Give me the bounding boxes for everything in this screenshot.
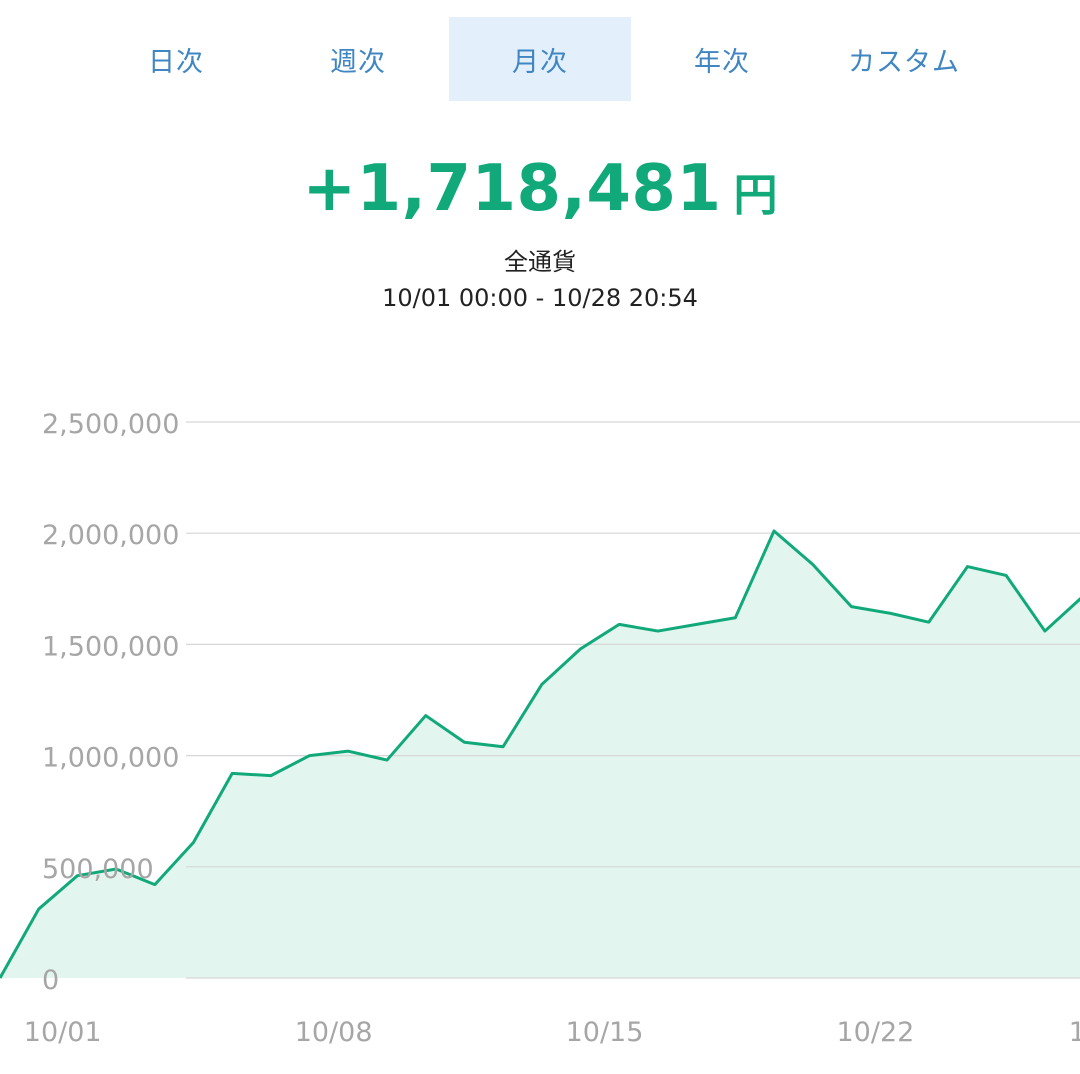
profit-unit: 円 [733,170,778,221]
profit-chart: 0 500,000 1,000,000 1,500,000 2,000,000 2,500… [0,409,1080,1048]
x-tick-label: 10/08 [295,1017,373,1048]
y-tick-label: 2,000,000 [42,520,179,551]
y-tick-label: 1,500,000 [42,631,179,662]
y-tick-label: 1,000,000 [42,743,179,774]
y-tick-label: 0 [42,965,59,996]
y-tick-label: 500,000 [42,854,154,885]
x-tick-label: 10/15 [566,1017,644,1048]
x-tick-label: 10/22 [836,1017,914,1048]
tab-daily[interactable]: 日次 [85,17,267,101]
currency-label: 全通貨 [504,248,576,276]
tab-yearly[interactable]: 年次 [631,17,813,101]
profit-total: +1,718,481 円 [0,152,1080,226]
x-tick-label: 10/01 [24,1017,102,1048]
tab-weekly[interactable]: 週次 [267,17,449,101]
profit-amount: +1,718,481 [302,152,722,226]
period-tabs: 日次 週次 月次 年次 カスタム [85,17,995,101]
tab-custom[interactable]: カスタム [813,17,995,101]
date-range: 10/01 00:00 - 10/28 20:54 [382,284,698,312]
x-tick-label: 10/28 [1069,1017,1080,1048]
tab-monthly[interactable]: 月次 [449,17,631,101]
y-tick-label: 2,500,000 [42,409,179,440]
